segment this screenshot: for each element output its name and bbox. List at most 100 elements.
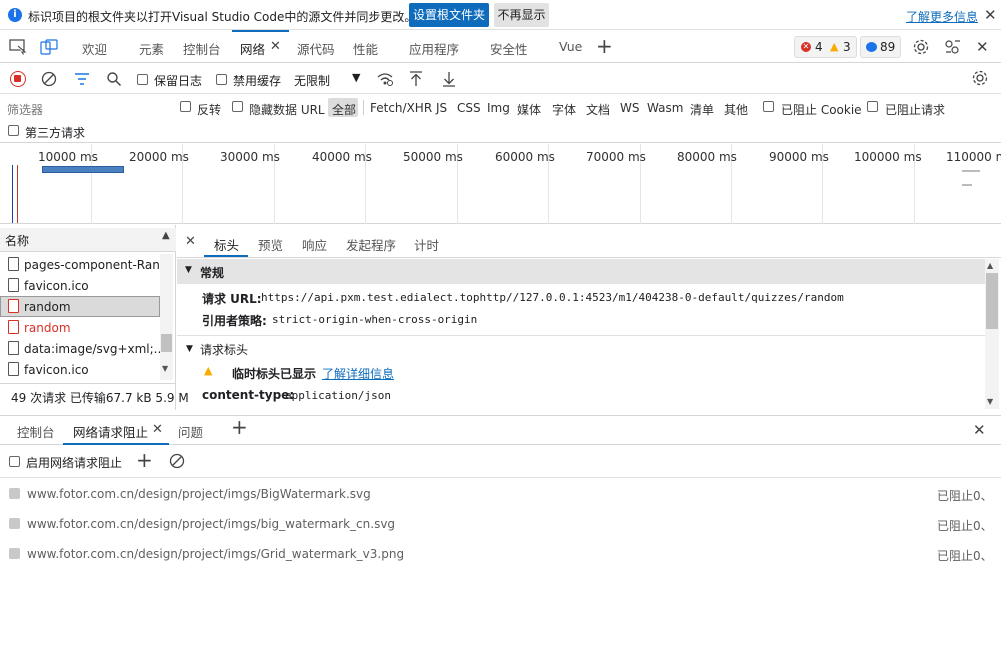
tab-performance[interactable]: 性能 — [353, 39, 378, 58]
request-row[interactable]: data:image/svg+xml;... — [0, 338, 160, 359]
requests-header[interactable]: 名称 ▲ — [0, 228, 176, 252]
requests-scrollbar[interactable]: ▼ — [160, 254, 173, 380]
filter-icon[interactable] — [74, 72, 90, 86]
messages-counter[interactable]: 89 — [860, 36, 901, 58]
drawer-tab-console[interactable]: 控制台 — [17, 422, 55, 441]
tab-security[interactable]: 安全性 — [490, 39, 528, 58]
filter-type-fetch-xhr[interactable]: Fetch/XHR — [370, 101, 432, 115]
preserve-log-checkbox[interactable] — [137, 74, 148, 85]
filter-input[interactable]: 筛选器 — [4, 98, 168, 118]
preserve-log-label: 保留日志 — [154, 74, 203, 88]
tab-application[interactable]: 应用程序 — [409, 39, 459, 58]
request-row[interactable]: favicon.ico — [0, 359, 160, 380]
scroll-up-icon[interactable]: ▲ — [987, 261, 993, 270]
device-emulation-icon[interactable] — [40, 39, 58, 55]
import-har-icon[interactable] — [408, 70, 424, 88]
hide-data-url-checkbox[interactable] — [232, 101, 243, 112]
blocked-cookies-checkbox[interactable] — [763, 101, 774, 112]
tab-initiator[interactable]: 发起程序 — [346, 235, 396, 254]
timeline-tick: 80000 ms — [677, 150, 737, 164]
close-details-icon[interactable]: ✕ — [185, 234, 196, 249]
export-har-icon[interactable] — [441, 70, 457, 88]
tab-elements[interactable]: 元素 — [139, 39, 164, 58]
timeline-tick: 60000 ms — [495, 150, 555, 164]
add-tab-icon[interactable]: + — [596, 34, 613, 58]
learn-details-link[interactable]: 了解详细信息 — [322, 365, 394, 382]
filter-type-ws[interactable]: WS — [620, 101, 639, 115]
search-icon[interactable] — [106, 71, 122, 87]
filter-type-css[interactable]: CSS — [457, 101, 481, 115]
details-scrollbar[interactable]: ▲ ▼ — [985, 259, 999, 409]
enable-blocking-checkbox[interactable] — [9, 456, 20, 467]
dont-show-again-button[interactable]: 不再显示 — [494, 3, 549, 27]
network-settings-gear-icon[interactable] — [971, 69, 989, 87]
tab-timing[interactable]: 计时 — [414, 235, 439, 254]
blocked-requests-checkbox[interactable] — [867, 101, 878, 112]
scroll-down-icon[interactable]: ▼ — [162, 364, 168, 373]
general-section-header[interactable]: ▼ 常规 — [177, 259, 985, 284]
close-drawer-icon[interactable]: ✕ — [973, 421, 986, 439]
add-pattern-icon[interactable]: + — [136, 448, 153, 472]
tab-preview[interactable]: 预览 — [258, 235, 283, 254]
infobar-message: 标识项目的根文件夹以打开Visual Studio Code中的源文件并同步更改… — [28, 10, 417, 24]
blocked-pattern-row[interactable]: www.fotor.com.cn/design/project/imgs/Big… — [0, 480, 1001, 510]
blocked-pattern-row[interactable]: www.fotor.com.cn/design/project/imgs/Gri… — [0, 540, 1001, 570]
record-stop-icon[interactable] — [10, 71, 26, 87]
invert-label: 反转 — [197, 103, 222, 117]
request-row[interactable]: pages-component-Random — [0, 254, 160, 275]
throttling-select[interactable]: 无限制 ▼ — [290, 68, 366, 90]
tab-headers[interactable]: 标头 — [214, 235, 239, 254]
request-row[interactable]: favicon.ico — [0, 275, 160, 296]
request-row-selected[interactable]: random — [0, 296, 160, 317]
active-detail-tab-indicator — [204, 255, 248, 257]
scrollbar-thumb[interactable] — [161, 334, 172, 352]
tab-console[interactable]: 控制台 — [183, 39, 221, 58]
remove-all-patterns-icon[interactable] — [169, 453, 185, 469]
close-devtools-icon[interactable]: ✕ — [976, 38, 989, 56]
tab-welcome[interactable]: 欢迎 — [82, 39, 107, 58]
expand-triangle-icon[interactable]: ▼ — [186, 344, 193, 354]
learn-more-link[interactable]: 了解更多信息 — [906, 8, 978, 25]
request-row-failed[interactable]: random — [0, 317, 160, 338]
invert-checkbox[interactable] — [180, 101, 191, 112]
tab-response[interactable]: 响应 — [302, 235, 327, 254]
chevron-down-icon: ▼ — [352, 71, 361, 84]
request-url-key: 请求 URL: — [202, 292, 262, 306]
close-infobar-icon[interactable]: ✕ — [984, 6, 997, 24]
drawer-tab-request-blocking[interactable]: 网络请求阻止 — [73, 422, 148, 441]
add-drawer-tab-icon[interactable]: + — [231, 415, 248, 439]
filter-type-wasm[interactable]: Wasm — [647, 101, 683, 115]
scrollbar-thumb[interactable] — [986, 273, 998, 329]
close-network-tab-icon[interactable]: ✕ — [270, 39, 281, 54]
customize-devtools-icon[interactable] — [943, 38, 961, 56]
close-drawer-tab-icon[interactable]: ✕ — [152, 422, 163, 437]
tab-sources[interactable]: 源代码 — [297, 39, 335, 58]
blocked-pattern-row[interactable]: www.fotor.com.cn/design/project/imgs/big… — [0, 510, 1001, 540]
inspect-element-icon[interactable] — [9, 39, 27, 55]
filter-type-all[interactable]: 全部 — [332, 101, 356, 118]
pattern-enabled-checkbox[interactable] — [9, 518, 20, 529]
filter-type-manifest[interactable]: 清单 — [690, 101, 714, 118]
filter-type-media[interactable]: 媒体 — [517, 101, 541, 118]
timeline-tick: 20000 ms — [129, 150, 189, 164]
set-root-folder-button[interactable]: 设置根文件夹 — [409, 3, 489, 27]
issues-counter[interactable]: ✕ 4 ▲ 3 — [794, 36, 857, 58]
clear-icon[interactable] — [41, 71, 57, 87]
disable-cache-label: 禁用缓存 — [233, 74, 282, 88]
filter-type-other[interactable]: 其他 — [724, 101, 748, 118]
filter-type-js[interactable]: JS — [436, 101, 447, 115]
tab-network[interactable]: 网络 — [240, 39, 265, 58]
third-party-checkbox[interactable] — [8, 125, 19, 136]
tab-vue[interactable]: Vue — [559, 39, 582, 54]
pattern-enabled-checkbox[interactable] — [9, 548, 20, 559]
drawer-tab-issues[interactable]: 问题 — [178, 422, 203, 441]
filter-type-doc[interactable]: 文档 — [586, 101, 610, 118]
pattern-enabled-checkbox[interactable] — [9, 488, 20, 499]
scroll-down-icon[interactable]: ▼ — [987, 397, 993, 406]
filter-type-img[interactable]: Img — [487, 101, 510, 115]
request-headers-title[interactable]: 请求标头 — [200, 341, 248, 358]
disable-cache-checkbox[interactable] — [216, 74, 227, 85]
network-conditions-icon[interactable] — [376, 71, 394, 87]
filter-type-font[interactable]: 字体 — [552, 101, 576, 118]
settings-gear-icon[interactable] — [912, 38, 930, 56]
